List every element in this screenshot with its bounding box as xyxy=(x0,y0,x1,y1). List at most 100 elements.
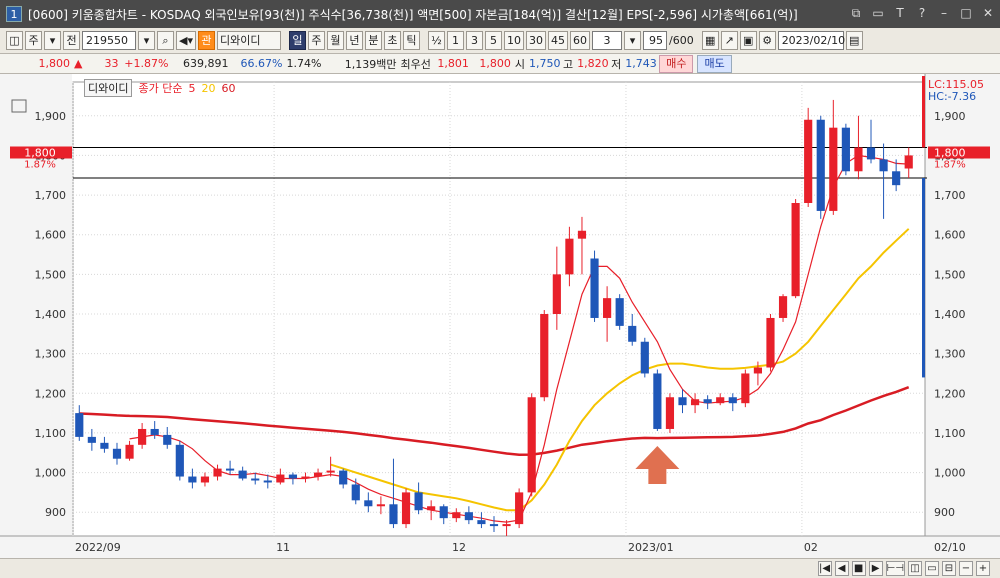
y-tick-label-left: 1,900 xyxy=(35,110,67,123)
date-input[interactable]: 2023/02/10 xyxy=(777,31,845,50)
minus-icon[interactable]: − xyxy=(959,561,973,576)
x-tick-label: 11 xyxy=(276,541,290,554)
y-tick-label-left: 1,100 xyxy=(35,427,67,440)
candle-up xyxy=(778,296,788,318)
up-range-bar xyxy=(922,76,925,148)
scroll-left-icon[interactable]: ◀ xyxy=(834,561,849,576)
legend-ma5: 5 xyxy=(188,81,196,95)
y-tick-label-right: 1,500 xyxy=(934,268,966,281)
link-icon[interactable]: ⧉ xyxy=(848,5,864,21)
code-input[interactable]: 219550 xyxy=(82,31,136,50)
save-icon[interactable]: ▭ xyxy=(870,5,886,21)
split-icon[interactable]: ⊟ xyxy=(942,561,956,576)
gear-icon[interactable]: ⚙ xyxy=(758,31,776,50)
legend-stock-name: 디와이디 xyxy=(84,79,133,97)
x-tick-label: 2022/09 xyxy=(75,541,121,554)
y-tick-label-left: 1,400 xyxy=(35,308,67,321)
draw-icon[interactable]: ↗ xyxy=(720,31,738,50)
left-pct-tag: 1.87% xyxy=(24,160,56,171)
quote-high: 1,820 xyxy=(577,57,609,70)
candle-down xyxy=(163,434,172,445)
close-icon[interactable]: ✕ xyxy=(980,5,996,21)
last-date-label: 02/10 xyxy=(934,541,966,554)
tab-year[interactable]: 년 xyxy=(345,31,363,50)
status-bar: |◀ ◀ ■ ▶ ⊢⊣ ◫ ▭ ⊟ − + xyxy=(0,558,1000,578)
candle-up xyxy=(376,504,385,507)
interval-45[interactable]: 45 xyxy=(547,31,568,50)
x-axis-panel xyxy=(0,536,1000,558)
interval-select[interactable]: 3 xyxy=(591,31,622,50)
quote-bid: 1,800 xyxy=(479,57,511,70)
interval-10[interactable]: 10 xyxy=(503,31,524,50)
tab-minute[interactable]: 분 xyxy=(364,31,382,50)
quote-low: 1,743 xyxy=(625,57,657,70)
window-icon[interactable]: ▭ xyxy=(925,561,939,576)
interval-60[interactable]: 60 xyxy=(569,31,590,50)
grid-icon[interactable]: ▦ xyxy=(701,31,719,50)
y-tick-label-right: 1,100 xyxy=(934,427,966,440)
tab-week[interactable]: 주 xyxy=(307,31,325,50)
chart-area[interactable]: 900 900 1,000 1,000 1,100 1,100 1,200 1,200 1,30… xyxy=(0,74,1000,558)
quote-amount: 1,139백만 xyxy=(344,57,397,71)
count-input[interactable]: 95 xyxy=(642,31,667,50)
scroll-start-icon[interactable]: |◀ xyxy=(817,561,832,576)
candle-down xyxy=(703,399,712,404)
stock-tag[interactable]: 관 xyxy=(197,31,215,50)
code-dropdown-icon[interactable]: ▾ xyxy=(138,31,155,50)
quote-best-label: 최우선 xyxy=(400,57,431,71)
quote-change: 33 xyxy=(104,57,119,70)
title-bar: 1 [0600] 키움종합차트 - KOSDAQ 외국인보유[93(천)] 주식… xyxy=(0,0,1000,28)
maximize-icon[interactable]: □ xyxy=(958,5,974,21)
layout-icon[interactable]: ◫ xyxy=(6,31,23,50)
help-icon[interactable]: ? xyxy=(914,5,930,21)
candle-up xyxy=(427,506,436,511)
y-tick-label-right: 900 xyxy=(934,506,955,519)
sell-button[interactable]: 매도 xyxy=(697,54,732,73)
plus-icon[interactable]: + xyxy=(976,561,990,576)
candle-up xyxy=(741,373,750,404)
buy-button[interactable]: 매수 xyxy=(659,54,694,73)
y-tick-label-right: 1,700 xyxy=(934,189,966,202)
font-icon[interactable]: T xyxy=(892,5,908,21)
layout-icon-small[interactable]: ◫ xyxy=(908,561,922,576)
quote-high-label: 고 xyxy=(562,57,574,71)
interval-5[interactable]: 5 xyxy=(484,31,502,50)
legend-ma20: 20 xyxy=(201,81,216,95)
tab-second[interactable]: 초 xyxy=(383,31,401,50)
interval-30[interactable]: 30 xyxy=(525,31,546,50)
price-chart[interactable]: 900 900 1,000 1,000 1,100 1,100 1,200 1,200 1,30… xyxy=(0,74,1000,558)
y-tick-label-left: 900 xyxy=(45,506,66,519)
quote-open: 1,750 xyxy=(528,57,561,70)
tab-tick[interactable]: 틱 xyxy=(402,31,420,50)
period-select[interactable]: 주 xyxy=(25,31,42,50)
candle-up xyxy=(904,155,913,169)
tab-day[interactable]: 일 xyxy=(288,31,306,50)
candle-down xyxy=(439,506,448,519)
tab-month[interactable]: 월 xyxy=(326,31,344,50)
scroll-right-icon[interactable]: ▶ xyxy=(868,561,883,576)
minimize-icon[interactable]: – xyxy=(936,5,952,21)
candle-down xyxy=(188,476,197,483)
type-select[interactable]: 전 xyxy=(63,31,80,50)
interval-1[interactable]: 1 xyxy=(446,31,464,50)
y-tick-label-left: 1,000 xyxy=(35,467,67,480)
candle-down xyxy=(477,520,486,525)
candle-down xyxy=(841,127,850,172)
chart-legend: 디와이디 종가 단순 5 20 60 xyxy=(84,79,235,97)
interval-dropdown-icon[interactable]: ▾ xyxy=(623,31,641,50)
zoom-slider-icon[interactable]: ⊢⊣ xyxy=(885,561,905,576)
candle-up xyxy=(603,298,612,318)
calendar-icon[interactable]: ▤ xyxy=(845,31,863,50)
chevron-down-icon[interactable]: ▾ xyxy=(44,31,61,50)
fraction-button[interactable]: ½ xyxy=(427,31,445,50)
candle-down xyxy=(339,470,348,485)
speaker-icon[interactable]: ◀▾ xyxy=(176,31,196,50)
y-tick-label-right: 1,200 xyxy=(934,387,966,400)
interval-3[interactable]: 3 xyxy=(465,31,483,50)
candle-down xyxy=(464,512,473,521)
candle-up xyxy=(401,492,411,525)
search-icon[interactable]: ⌕ xyxy=(157,31,174,50)
disk-icon[interactable]: ▣ xyxy=(739,31,757,50)
plot-frame xyxy=(72,81,926,537)
stop-icon[interactable]: ■ xyxy=(851,561,866,576)
